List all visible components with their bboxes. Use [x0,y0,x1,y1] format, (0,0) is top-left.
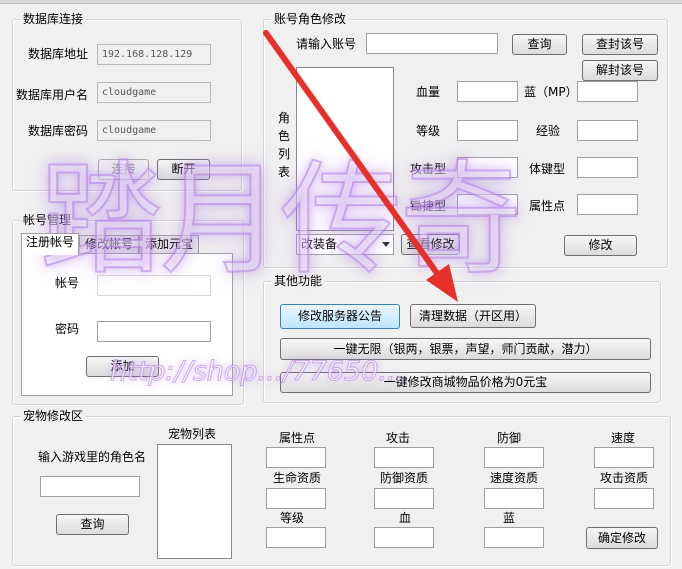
hp-label: 血量 [416,85,441,99]
pet-level-label: 等级 [280,511,305,525]
chevron-down-icon [382,242,390,247]
register-password-input[interactable] [97,321,211,342]
server-notice-button[interactable]: 修改服务器公告 [280,304,400,329]
register-account-input[interactable] [97,275,211,296]
atk-type-label: 攻击型 [410,162,447,176]
level-input[interactable] [457,120,518,141]
pet-atk-label: 攻击 [386,431,411,445]
db-address-field[interactable]: 192.168.128.129 [97,44,211,65]
pet-atk-quality-label: 攻击资质 [600,471,649,485]
attr-point-input[interactable] [577,194,638,215]
pet-speed-input[interactable] [594,447,654,468]
hp-input[interactable] [457,81,518,102]
account-group-title: 帐号管理 [20,212,75,228]
con-type-input[interactable] [577,157,638,178]
pet-speed-quality-input[interactable] [484,488,544,509]
pet-def-label: 防御 [497,431,522,445]
pet-role-name-input[interactable] [40,476,140,497]
register-password-label: 密码 [55,322,80,336]
pet-life-quality-input[interactable] [266,488,326,509]
level-label: 等级 [416,124,441,138]
tab-add-yuanbao[interactable]: 添加元宝 [139,235,199,254]
window-top-edge [0,0,682,4]
pet-hp-input[interactable] [374,527,434,548]
shop-zero-price-button[interactable]: 一键修改商城物品价格为0元宝 [280,372,651,393]
pet-listbox[interactable] [157,444,232,559]
pet-life-quality-label: 生命资质 [273,471,322,485]
pet-def-quality-input[interactable] [374,488,434,509]
exp-label: 经验 [536,124,561,138]
pet-speed-quality-label: 速度资质 [490,471,539,485]
unban-account-button[interactable]: 解封该号 [582,60,658,81]
pet-role-name-label: 输入游戏里的角色名 [38,450,147,464]
pet-confirm-modify-button[interactable]: 确定修改 [586,527,658,549]
connect-button[interactable]: 连接 [98,159,149,180]
unlimited-resources-button[interactable]: 一键无限（银两，银票，声望，师门贡献，潜力） [280,338,651,360]
other-group-title: 其他功能 [271,273,326,289]
con-type-label: 体键型 [529,162,566,176]
role-account-input[interactable] [366,33,498,54]
register-tab-pane: 帐号 密码 添加 [21,253,233,396]
db-password-label: 数据库密码 [28,124,89,138]
role-modify-button[interactable]: 修改 [564,235,637,256]
db-user-label: 数据库用户名 [16,88,89,102]
agi-type-input[interactable] [457,194,518,215]
pet-mp-label: 蓝 [503,511,516,525]
clean-data-button[interactable]: 清理数据（开区用） [410,304,536,328]
db-address-label: 数据库地址 [28,47,89,61]
equip-select[interactable]: 改装备 [296,234,394,255]
role-group-title: 账号角色修改 [271,11,350,27]
role-query-button[interactable]: 查询 [512,34,567,55]
ban-account-button[interactable]: 查封该号 [582,34,658,55]
disconnect-button[interactable]: 断开 [157,159,210,180]
pet-def-quality-label: 防御资质 [380,471,429,485]
role-listbox[interactable] [296,67,394,231]
attr-point-label: 属性点 [529,199,566,213]
role-account-label: 请输入账号 [296,37,357,51]
mp-label: 蓝（MP） [524,85,578,99]
db-password-field[interactable]: cloudgame [97,120,211,141]
pet-mp-input[interactable] [484,527,544,548]
pet-group-title: 宠物修改区 [20,408,87,424]
pet-atk-input[interactable] [374,447,434,468]
equip-select-value: 改装备 [301,237,338,251]
agi-type-label: 锄捷型 [410,199,447,213]
pet-attr-label: 属性点 [279,431,316,445]
db-user-field[interactable]: cloudgame [97,82,211,103]
pet-hp-label: 血 [399,511,412,525]
tab-register-account[interactable]: 注册帐号 [21,233,79,255]
exp-input[interactable] [577,120,638,141]
pet-def-input[interactable] [484,447,544,468]
pet-level-input[interactable] [266,527,326,548]
view-modify-button[interactable]: 查看修改 [401,234,460,255]
pet-speed-label: 速度 [611,431,636,445]
mp-input[interactable] [577,81,638,102]
pet-query-button[interactable]: 查询 [56,514,129,535]
atk-type-input[interactable] [457,157,518,178]
pet-attr-input[interactable] [266,447,326,468]
register-add-button[interactable]: 添加 [86,356,159,377]
db-group-title: 数据库连接 [20,11,87,27]
pet-list-label: 宠物列表 [168,427,217,441]
pet-atk-quality-input[interactable] [594,488,654,509]
register-account-label: 帐号 [55,276,80,290]
role-list-vertical-label: 角色列表 [277,111,290,179]
tab-modify-account[interactable]: 修改帐号 [79,235,139,254]
